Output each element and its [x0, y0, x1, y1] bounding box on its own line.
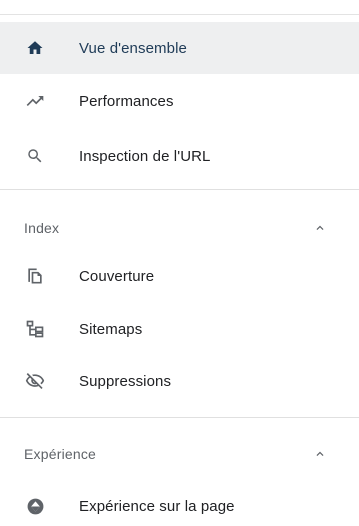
section-divider	[0, 189, 359, 190]
nav-item-label: Couverture	[79, 267, 155, 285]
eye-off-icon	[24, 370, 46, 392]
section-label: Expérience	[24, 446, 97, 462]
trending-up-icon	[24, 90, 46, 112]
nav-item-label: Expérience sur la page	[79, 497, 235, 515]
nav-item-performance[interactable]: Performances	[0, 75, 359, 127]
nav-item-label: Performances	[79, 92, 174, 110]
chevron-up-icon	[313, 221, 327, 235]
section-header-experience[interactable]: Expérience	[0, 429, 359, 479]
search-icon	[24, 145, 46, 167]
nav-item-label: Sitemaps	[79, 320, 143, 338]
nav-item-label: Suppressions	[79, 372, 172, 390]
nav-item-label: Vue d'ensemble	[79, 39, 187, 57]
chevron-up-icon	[313, 447, 327, 461]
section-header-index[interactable]: Index	[0, 203, 359, 253]
home-icon	[24, 37, 46, 59]
nav-item-label: Inspection de l'URL	[79, 147, 211, 165]
nav-item-overview[interactable]: Vue d'ensemble	[0, 22, 359, 74]
sidebar-nav: Vue d'ensemble Performances Inspection d…	[0, 0, 359, 526]
nav-item-coverage[interactable]: Couverture	[0, 250, 359, 302]
nav-item-page-experience[interactable]: Expérience sur la page	[0, 480, 359, 526]
section-label: Index	[24, 220, 60, 236]
top-divider	[0, 14, 359, 15]
copy-pages-icon	[24, 265, 46, 287]
section-divider	[0, 417, 359, 418]
page-experience-icon	[24, 495, 46, 517]
nav-item-removals[interactable]: Suppressions	[0, 355, 359, 407]
nav-item-url-inspection[interactable]: Inspection de l'URL	[0, 130, 359, 182]
nav-item-sitemaps[interactable]: Sitemaps	[0, 303, 359, 355]
sitemap-icon	[24, 318, 46, 340]
